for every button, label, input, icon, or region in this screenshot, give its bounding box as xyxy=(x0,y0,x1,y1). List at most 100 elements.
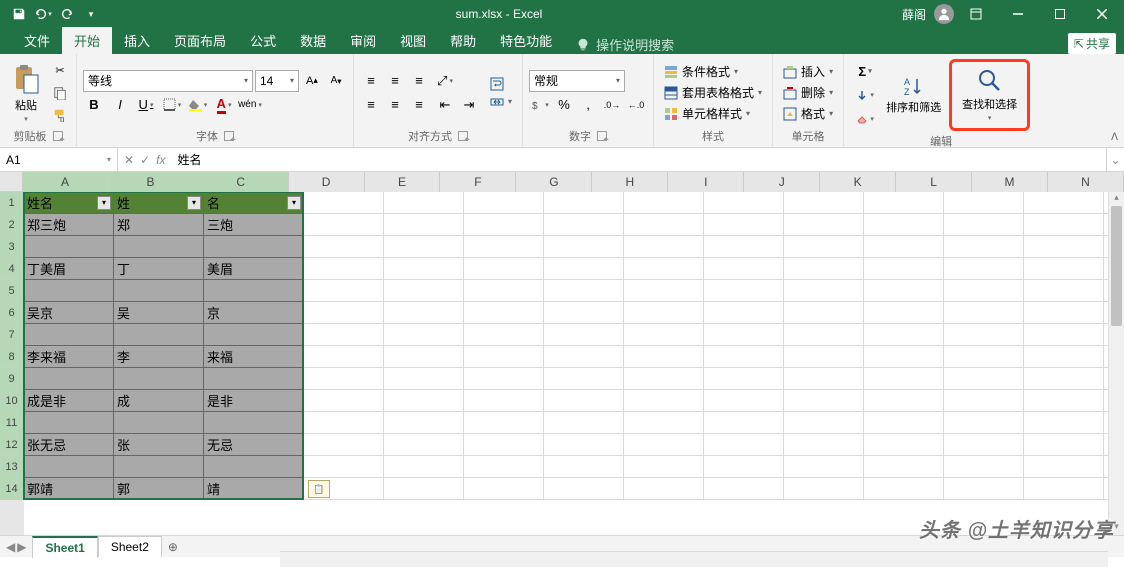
cell[interactable] xyxy=(464,346,544,368)
cell[interactable] xyxy=(704,236,784,258)
cell[interactable] xyxy=(384,236,464,258)
cell[interactable] xyxy=(384,390,464,412)
cell[interactable] xyxy=(384,368,464,390)
cell[interactable] xyxy=(204,412,304,434)
cell[interactable] xyxy=(464,236,544,258)
cell[interactable] xyxy=(464,456,544,478)
cell[interactable]: 靖 xyxy=(204,478,304,500)
cell[interactable] xyxy=(1024,192,1104,214)
font-name-select[interactable]: 等线▾ xyxy=(83,70,253,92)
cell[interactable]: 郭 xyxy=(114,478,204,500)
cell[interactable] xyxy=(624,236,704,258)
cell[interactable] xyxy=(704,346,784,368)
cell[interactable] xyxy=(544,390,624,412)
cell[interactable]: 吴 xyxy=(114,302,204,324)
cell[interactable] xyxy=(304,214,384,236)
cell[interactable] xyxy=(944,368,1024,390)
increase-indent-icon[interactable]: ⇥ xyxy=(458,94,480,116)
cell[interactable] xyxy=(624,346,704,368)
cell[interactable] xyxy=(114,368,204,390)
cell[interactable] xyxy=(624,324,704,346)
close-icon[interactable] xyxy=(1082,0,1122,28)
cell[interactable] xyxy=(784,478,864,500)
cell[interactable] xyxy=(704,192,784,214)
number-launcher[interactable] xyxy=(597,131,607,141)
cell[interactable] xyxy=(24,324,114,346)
cell[interactable] xyxy=(114,412,204,434)
cell[interactable] xyxy=(304,258,384,280)
col-header-I[interactable]: I xyxy=(668,172,744,192)
cell[interactable]: 姓▾ xyxy=(114,192,204,214)
formula-input[interactable]: 姓名 xyxy=(171,148,1106,171)
align-left-icon[interactable]: ≡ xyxy=(360,94,382,116)
delete-cells-button[interactable]: 删除▾ xyxy=(779,83,837,102)
clipboard-launcher[interactable] xyxy=(53,131,63,141)
cell[interactable] xyxy=(624,302,704,324)
cell[interactable]: 吴京 xyxy=(24,302,114,324)
cell[interactable] xyxy=(864,456,944,478)
cell[interactable] xyxy=(944,324,1024,346)
cell[interactable] xyxy=(464,324,544,346)
format-painter-icon[interactable] xyxy=(50,105,70,125)
col-header-N[interactable]: N xyxy=(1048,172,1124,192)
cell[interactable] xyxy=(864,368,944,390)
cell[interactable] xyxy=(784,258,864,280)
cell[interactable]: 丁 xyxy=(114,258,204,280)
cell[interactable] xyxy=(114,236,204,258)
find-select-button[interactable]: 查找和选择 ▾ xyxy=(962,68,1017,122)
cell[interactable] xyxy=(704,258,784,280)
cell[interactable] xyxy=(944,280,1024,302)
cell[interactable] xyxy=(204,236,304,258)
cell[interactable] xyxy=(1024,214,1104,236)
clear-button[interactable] xyxy=(850,108,880,130)
avatar[interactable] xyxy=(934,4,954,24)
cell[interactable] xyxy=(784,302,864,324)
comma-icon[interactable]: , xyxy=(577,94,599,116)
row-header-1[interactable]: 1 xyxy=(0,192,24,214)
cell[interactable] xyxy=(944,214,1024,236)
filter-arrow-icon[interactable]: ▾ xyxy=(97,196,111,210)
cell[interactable] xyxy=(944,302,1024,324)
cell[interactable] xyxy=(464,214,544,236)
cell[interactable] xyxy=(864,346,944,368)
cell[interactable]: 无忌 xyxy=(204,434,304,456)
cell[interactable] xyxy=(464,434,544,456)
cell[interactable]: 张无忌 xyxy=(24,434,114,456)
cell[interactable] xyxy=(1024,456,1104,478)
row-header-11[interactable]: 11 xyxy=(0,412,24,434)
horizontal-scrollbar[interactable] xyxy=(280,551,1108,567)
cell[interactable] xyxy=(544,368,624,390)
share-button[interactable]: ⇱共享 xyxy=(1068,33,1116,54)
sheet-tab-1[interactable]: Sheet1 xyxy=(32,536,97,558)
col-header-J[interactable]: J xyxy=(744,172,820,192)
cell[interactable] xyxy=(304,280,384,302)
insert-cells-button[interactable]: 插入▾ xyxy=(779,62,837,81)
tab-insert[interactable]: 插入 xyxy=(112,27,162,54)
cell[interactable] xyxy=(544,258,624,280)
cell[interactable]: 来福 xyxy=(204,346,304,368)
cell[interactable]: 丁美眉 xyxy=(24,258,114,280)
row-header-4[interactable]: 4 xyxy=(0,258,24,280)
row-header-7[interactable]: 7 xyxy=(0,324,24,346)
cell[interactable] xyxy=(384,434,464,456)
tab-formulas[interactable]: 公式 xyxy=(238,27,288,54)
cell[interactable] xyxy=(384,192,464,214)
cell[interactable] xyxy=(944,346,1024,368)
cell[interactable]: 京 xyxy=(204,302,304,324)
cell[interactable] xyxy=(944,412,1024,434)
cell[interactable] xyxy=(784,412,864,434)
tab-data[interactable]: 数据 xyxy=(288,27,338,54)
row-header-6[interactable]: 6 xyxy=(0,302,24,324)
autosum-button[interactable]: Σ xyxy=(850,60,880,82)
cell[interactable] xyxy=(24,368,114,390)
redo-icon[interactable] xyxy=(56,3,78,25)
cell[interactable] xyxy=(544,478,624,500)
cell[interactable]: 三炮 xyxy=(204,214,304,236)
cell[interactable] xyxy=(1024,412,1104,434)
tab-layout[interactable]: 页面布局 xyxy=(162,27,238,54)
cell[interactable] xyxy=(544,412,624,434)
cell[interactable] xyxy=(864,478,944,500)
cell[interactable] xyxy=(384,346,464,368)
sheet-nav-next-icon[interactable]: ▶ xyxy=(17,540,26,554)
cell[interactable] xyxy=(464,258,544,280)
